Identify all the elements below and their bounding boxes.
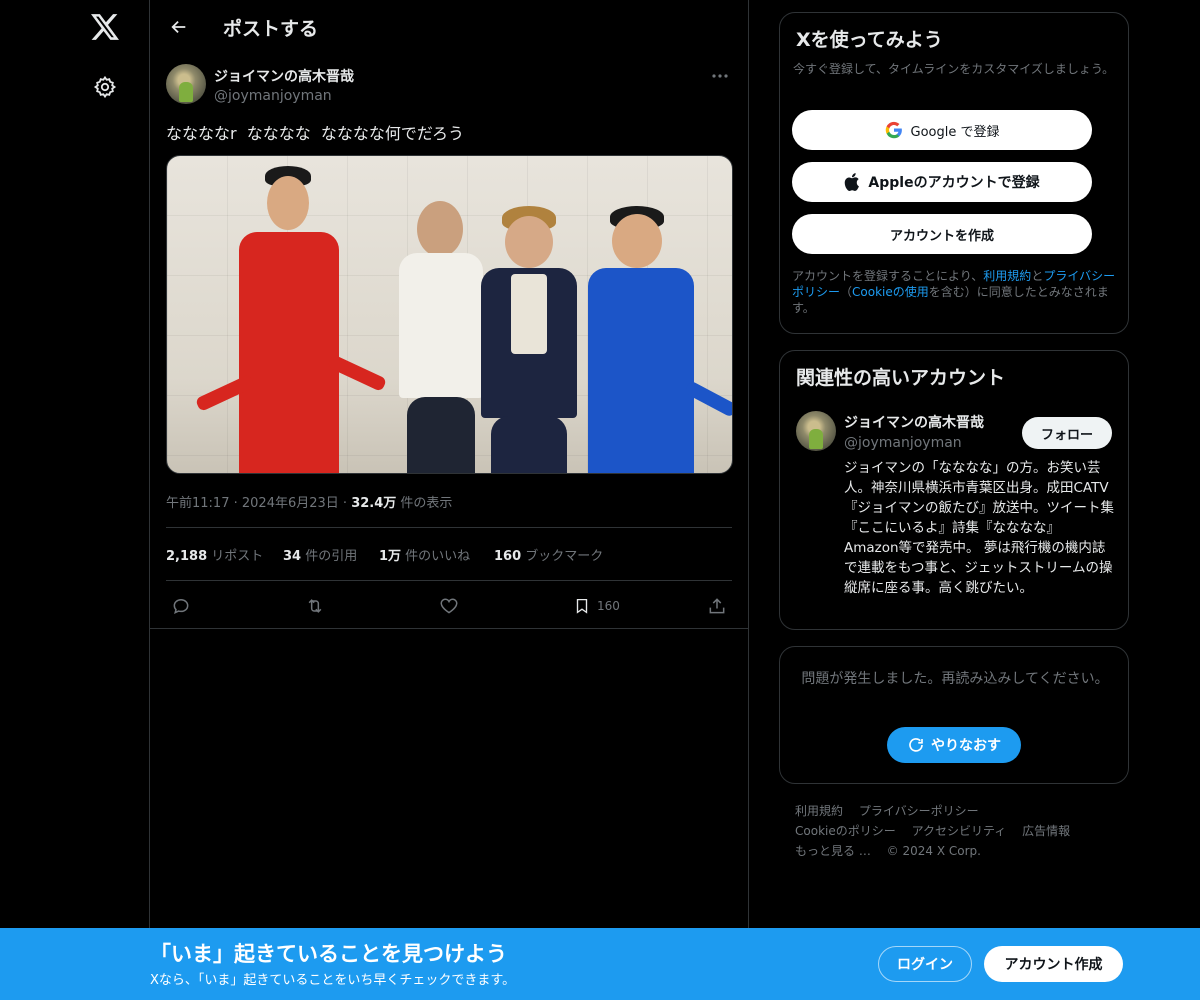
avatar[interactable] — [166, 64, 206, 104]
retry-button[interactable]: やりなおす — [887, 727, 1021, 763]
banner-subtitle: Xなら、「いま」起きていることをいち早くチェックできます。 — [150, 973, 516, 988]
tweet-author: ジョイマンの高木晋哉 @joymanjoyman — [166, 64, 732, 108]
bookmark-count: 160 — [597, 599, 620, 613]
main-header: ポストする — [150, 0, 748, 54]
related-title: 関連性の高いアカウント — [796, 367, 1006, 389]
related-handle[interactable]: @joymanjoyman — [844, 435, 962, 451]
legal-and: と — [1031, 269, 1044, 283]
apple-icon — [845, 173, 860, 191]
heart-icon — [440, 598, 458, 614]
divider — [150, 628, 748, 629]
tweet-meta: 午前11:17 · 2024年6月23日 · 32.4万 件の表示 — [166, 492, 452, 511]
banner-title: 「いま」起きていることを見つけよう — [150, 942, 507, 966]
tweet-photo[interactable] — [166, 155, 733, 474]
retry-label: やりなおす — [931, 738, 1001, 754]
views-count: 32.4万 — [351, 496, 397, 511]
reposts-count: 2,188 — [166, 549, 208, 564]
terms-link[interactable]: 利用規約 — [983, 269, 1031, 283]
error-card: 問題が発生しました。再読み込みしてください。 やりなおす — [779, 646, 1129, 784]
bookmarks-stat[interactable]: 160 ブックマーク — [494, 545, 603, 564]
signup-card: Xを使ってみよう 今すぐ登録して、タイムラインをカスタマイズしましょう。 Goo… — [779, 12, 1129, 334]
legal-mid: （ — [840, 285, 853, 299]
repost-button[interactable] — [304, 592, 326, 620]
left-rail — [0, 0, 150, 1000]
bookmark-icon — [576, 598, 588, 614]
login-button[interactable]: ログイン — [878, 946, 972, 982]
legal-notice: アカウントを登録することにより、利用規約とプライバシーポリシー（Cookieの使… — [792, 268, 1118, 316]
more-icon[interactable] — [708, 66, 732, 86]
footer-links: 利用規約 プライバシーポリシー Cookieのポリシー アクセシビリティ 広告情… — [795, 801, 1125, 861]
bookmark-button[interactable]: 160 — [573, 592, 620, 620]
bookmarks-count: 160 — [494, 549, 522, 564]
related-accounts-card: 関連性の高いアカウント ジョイマンの高木晋哉 @joymanjoyman フォロ… — [779, 350, 1129, 630]
page-title: ポストする — [223, 18, 319, 40]
footer-link-cookie[interactable]: Cookieのポリシー — [795, 824, 896, 838]
error-message: 問題が発生しました。再読み込みしてください。 — [801, 671, 1109, 687]
divider — [166, 527, 732, 528]
follow-button[interactable]: フォロー — [1022, 417, 1112, 449]
tweet-time[interactable]: 午前11:17 — [166, 496, 229, 511]
footer-link-more[interactable]: もっと見る … — [795, 844, 871, 858]
apple-signup-label: Appleのアカウントで登録 — [868, 175, 1040, 191]
back-arrow-icon[interactable] — [164, 12, 194, 42]
author-name[interactable]: ジョイマンの高木晋哉 — [214, 66, 354, 86]
create-account-label: アカウントを作成 — [889, 228, 994, 244]
footer-link-ads[interactable]: 広告情報 — [1022, 824, 1070, 838]
refresh-icon — [909, 738, 923, 752]
footer-link-accessibility[interactable]: アクセシビリティ — [912, 824, 1007, 838]
share-icon — [709, 598, 725, 614]
photo-person-blue — [572, 206, 732, 473]
footer-link-terms[interactable]: 利用規約 — [795, 804, 843, 818]
quotes-stat[interactable]: 34 件の引用 — [283, 545, 357, 564]
footer-link-privacy[interactable]: プライバシーポリシー — [859, 804, 979, 818]
tweet-date[interactable]: 2024年6月23日 — [242, 496, 339, 511]
like-button[interactable] — [439, 592, 459, 620]
views-label: 件の表示 — [396, 496, 453, 511]
google-icon — [885, 121, 902, 139]
divider — [166, 580, 732, 581]
apple-signup-button[interactable]: Appleのアカウントで登録 — [792, 162, 1092, 202]
google-signup-label: Google で登録 — [910, 124, 1000, 140]
cookie-link[interactable]: Cookieの使用 — [852, 285, 929, 299]
meta-separator: · — [342, 496, 352, 511]
repost-icon — [308, 599, 322, 613]
photo-person-red — [187, 166, 388, 473]
gear-icon[interactable] — [90, 72, 120, 102]
reply-button[interactable] — [171, 592, 191, 620]
tweet-actions: 160 — [166, 592, 732, 620]
bottom-signup-banner: 「いま」起きていることを見つけよう Xなら、「いま」起きていることをいち早くチェ… — [0, 928, 1200, 1000]
reposts-label: リポスト — [207, 549, 264, 564]
likes-label: 件のいいね — [401, 549, 471, 564]
likes-count: 1万 — [379, 549, 402, 564]
share-button[interactable] — [707, 592, 727, 620]
photo-person-navy — [467, 206, 587, 473]
reposts-stat[interactable]: 2,188 リポスト — [166, 545, 263, 564]
related-name[interactable]: ジョイマンの高木晋哉 — [844, 412, 984, 432]
related-bio: ジョイマンの「なななな」の方。お笑い芸人。神奈川県横浜市青葉区出身。成田CATV… — [844, 460, 1114, 596]
legal-pre: アカウントを登録することにより、 — [792, 269, 984, 283]
google-signup-button[interactable]: Google で登録 — [792, 110, 1092, 150]
tweet-text: ななななr なななな なななな何でだろう — [166, 124, 464, 143]
x-logo-icon[interactable] — [88, 10, 122, 44]
bookmarks-label: ブックマーク — [521, 549, 604, 564]
signup-button[interactable]: アカウント作成 — [984, 946, 1123, 982]
create-account-button[interactable]: アカウントを作成 — [792, 214, 1092, 254]
signup-subtitle: 今すぐ登録して、タイムラインをカスタマイズしましょう。 — [793, 62, 1115, 76]
avatar[interactable] — [796, 411, 836, 451]
likes-stat[interactable]: 1万 件のいいね — [379, 545, 470, 564]
app-root: ポストする ジョイマンの高木晋哉 @joymanjoyman ななななr ななな… — [0, 0, 1200, 1000]
author-handle[interactable]: @joymanjoyman — [214, 88, 332, 104]
quotes-count: 34 — [283, 549, 302, 564]
signup-title: Xを使ってみよう — [796, 29, 943, 51]
meta-separator: · — [233, 496, 242, 511]
footer-copyright: © 2024 X Corp. — [886, 844, 981, 858]
reply-icon — [173, 598, 189, 615]
tweet-stats: 2,188 リポスト 34 件の引用 1万 件のいいね 160 ブックマーク — [166, 545, 732, 565]
main-column: ポストする ジョイマンの高木晋哉 @joymanjoyman ななななr ななな… — [149, 0, 749, 1000]
quotes-label: 件の引用 — [301, 549, 358, 564]
